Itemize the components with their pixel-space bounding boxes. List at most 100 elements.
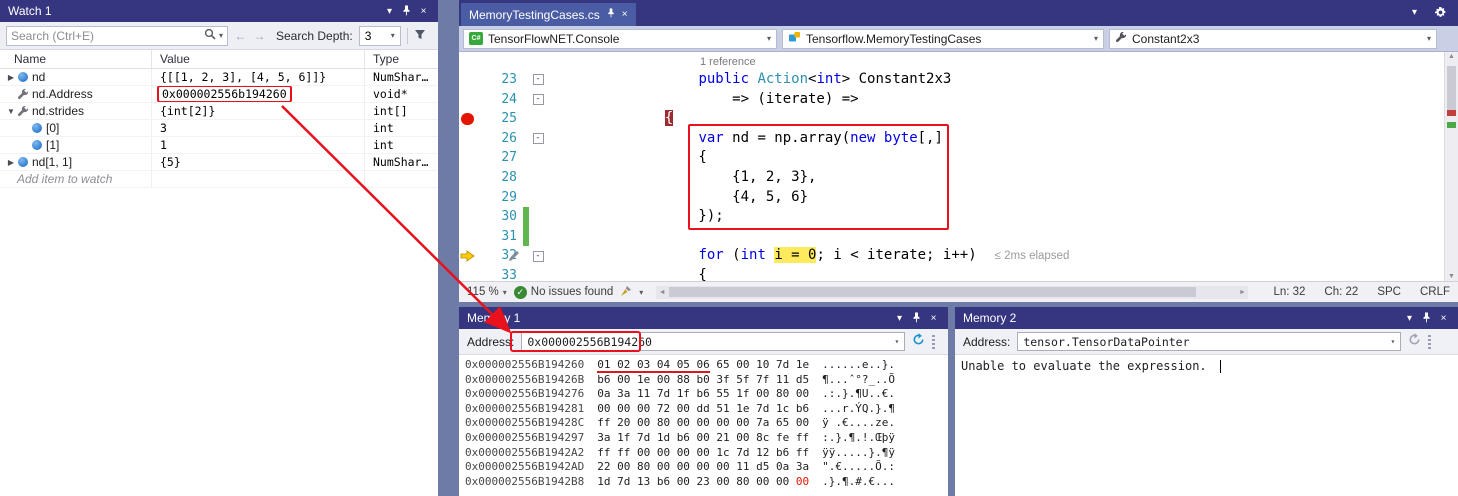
- code-token: Action: [757, 71, 808, 87]
- memory1-content[interactable]: 0x000002556B19426001 02 03 04 05 06 65 0…: [459, 355, 948, 496]
- expand-icon[interactable]: ▶: [5, 158, 17, 167]
- chevron-down-icon[interactable]: ▾: [219, 31, 223, 40]
- memory2-titlebar[interactable]: Memory 2 ▾ ×: [955, 307, 1458, 329]
- column-header-type[interactable]: Type: [365, 50, 438, 68]
- code-token: {4, 5, 6}: [631, 189, 808, 205]
- search-next-icon[interactable]: →: [253, 29, 266, 43]
- close-icon[interactable]: ×: [925, 313, 942, 324]
- scrollbar-thumb[interactable]: [1447, 66, 1456, 114]
- breakpoint-margin[interactable]: [459, 227, 477, 247]
- fold-margin: -: [529, 129, 547, 149]
- watch-row[interactable]: nd.Address0x000002556b194260void*: [0, 86, 438, 103]
- watch-column-headers: Name Value Type: [0, 50, 438, 69]
- breakpoint-margin[interactable]: [459, 148, 477, 168]
- scroll-up-icon[interactable]: ▲: [1445, 53, 1458, 60]
- fold-collapse-icon[interactable]: -: [533, 94, 544, 105]
- gear-icon[interactable]: [1432, 7, 1449, 18]
- breakpoint-margin[interactable]: [459, 266, 477, 281]
- scroll-left-icon[interactable]: ◄: [656, 286, 668, 299]
- expand-icon[interactable]: ▶: [5, 73, 17, 82]
- refresh-icon[interactable]: [1408, 333, 1421, 351]
- filter-icon[interactable]: [414, 27, 426, 45]
- search-input[interactable]: Search (Ctrl+E) ▾: [6, 26, 228, 46]
- chevron-down-icon[interactable]: ▾: [895, 337, 900, 346]
- perf-tip: ≤ 2ms elapsed: [995, 250, 1070, 262]
- watch-row[interactable]: ▶nd{[[1, 2, 3], [4, 5, 6]]}NumShar…: [0, 69, 438, 86]
- space-mode-indicator: SPC: [1377, 286, 1401, 298]
- refresh-icon[interactable]: [912, 333, 925, 351]
- chevron-down-icon[interactable]: ▾: [1406, 7, 1423, 18]
- fold-collapse-icon[interactable]: -: [533, 251, 544, 262]
- member-dropdown[interactable]: Constant2x3 ▾: [1109, 29, 1437, 49]
- collapse-icon[interactable]: ▼: [5, 107, 17, 116]
- memory1-titlebar[interactable]: Memory 1 ▾ ×: [459, 307, 948, 329]
- chevron-down-icon[interactable]: ▾: [1391, 337, 1396, 346]
- watch-name: [1]: [46, 138, 59, 152]
- watch-row[interactable]: ▶nd[1, 1]{5}NumShar…: [0, 154, 438, 171]
- fold-margin: [529, 188, 547, 208]
- code-editor[interactable]: 1 reference23- public Action<int> Consta…: [459, 52, 1458, 281]
- fold-collapse-icon[interactable]: -: [533, 133, 544, 144]
- watch-row[interactable]: [0]3int: [0, 120, 438, 137]
- breakpoint-margin[interactable]: [459, 70, 477, 90]
- code-token: new: [850, 130, 875, 146]
- memory1-panel: Memory 1 ▾ × Address: 0x000002556B194260…: [459, 307, 948, 496]
- address-value: 0x000002556B194260: [527, 335, 652, 349]
- tab-memorytestingcases[interactable]: MemoryTestingCases.cs ×: [461, 3, 636, 26]
- close-icon[interactable]: ×: [622, 9, 628, 20]
- memory2-address-input[interactable]: tensor.TensorDataPointer ▾: [1017, 332, 1401, 351]
- breakpoint-highlight: {: [665, 110, 673, 126]
- watch-add-row[interactable]: Add item to watch: [0, 171, 438, 188]
- close-icon[interactable]: ×: [1435, 313, 1452, 324]
- horizontal-scrollbar[interactable]: ◄ ►: [656, 286, 1248, 299]
- memory-ascii: ".€.....Õ.:: [822, 460, 895, 473]
- search-icon[interactable]: [204, 27, 216, 45]
- pin-icon[interactable]: [398, 5, 415, 16]
- watch-type-cell: int: [365, 120, 438, 136]
- scrollbar-thumb[interactable]: [669, 287, 1196, 297]
- breakpoint-margin[interactable]: [459, 129, 477, 149]
- breakpoint-icon[interactable]: [459, 109, 477, 129]
- chevron-down-icon[interactable]: ▾: [381, 6, 398, 17]
- code-cleanup-icon[interactable]: [620, 285, 632, 300]
- memory2-content[interactable]: Unable to evaluate the expression.: [955, 355, 1458, 496]
- pin-icon[interactable]: [1418, 312, 1435, 323]
- vertical-scrollbar[interactable]: ▲ ▼: [1444, 52, 1458, 281]
- memory-hex-bytes: 01 02 03 04 05 06 65 00 10 7d 1e: [597, 358, 809, 373]
- breakpoint-margin[interactable]: [459, 207, 477, 227]
- project-dropdown[interactable]: C# TensorFlowNET.Console ▾: [463, 29, 777, 49]
- memory-row: 0x000002556B1942973a 1f 7d 1d b6 00 21 0…: [465, 431, 948, 446]
- memory1-address-input[interactable]: 0x000002556B194260 ▾: [521, 332, 905, 351]
- scroll-down-icon[interactable]: ▼: [1445, 273, 1458, 280]
- chevron-down-icon[interactable]: ▾: [891, 313, 908, 324]
- document-health-indicator[interactable]: ✓ No issues found: [514, 286, 613, 299]
- watch-row[interactable]: [1]1int: [0, 137, 438, 154]
- watch-row[interactable]: ▼nd.strides{int[2]}int[]: [0, 103, 438, 120]
- column-header-name[interactable]: Name: [0, 50, 152, 68]
- close-icon[interactable]: ×: [415, 6, 432, 17]
- fold-collapse-icon[interactable]: -: [533, 74, 544, 85]
- watch-titlebar[interactable]: Watch 1 ▾ ×: [0, 0, 438, 22]
- zoom-control[interactable]: 115 % ▾: [467, 286, 507, 298]
- chevron-down-icon[interactable]: ▾: [1401, 313, 1418, 324]
- codelens-references[interactable]: 1 reference: [700, 56, 756, 68]
- column-header-value[interactable]: Value: [152, 50, 365, 68]
- memory-row: 0x000002556B1942B81d 7d 13 b6 00 23 00 8…: [465, 475, 948, 490]
- chevron-down-icon[interactable]: ▾: [639, 288, 643, 297]
- visual-studio-window: Watch 1 ▾ × Search (Ctrl+E) ▾ ← → Search…: [0, 0, 1458, 496]
- breakpoint-margin[interactable]: [459, 188, 477, 208]
- code-token: [631, 247, 698, 263]
- breakpoint-dot[interactable]: [461, 113, 474, 126]
- pin-icon[interactable]: [908, 312, 925, 323]
- watch-type-cell: int: [365, 137, 438, 153]
- pin-icon[interactable]: [607, 8, 615, 21]
- codelens-row: 1 reference: [459, 54, 1444, 70]
- watch-rows: ▶nd{[[1, 2, 3], [4, 5, 6]]}NumShar…nd.Ad…: [0, 69, 438, 188]
- breakpoint-margin[interactable]: [459, 90, 477, 110]
- scroll-right-icon[interactable]: ►: [1236, 286, 1248, 299]
- current-statement-icon[interactable]: [459, 246, 477, 266]
- breakpoint-margin[interactable]: [459, 168, 477, 188]
- search-prev-icon[interactable]: ←: [234, 29, 247, 43]
- search-depth-select[interactable]: 3 ▾: [359, 26, 401, 46]
- class-dropdown[interactable]: Tensorflow.MemoryTestingCases ▾: [782, 29, 1104, 49]
